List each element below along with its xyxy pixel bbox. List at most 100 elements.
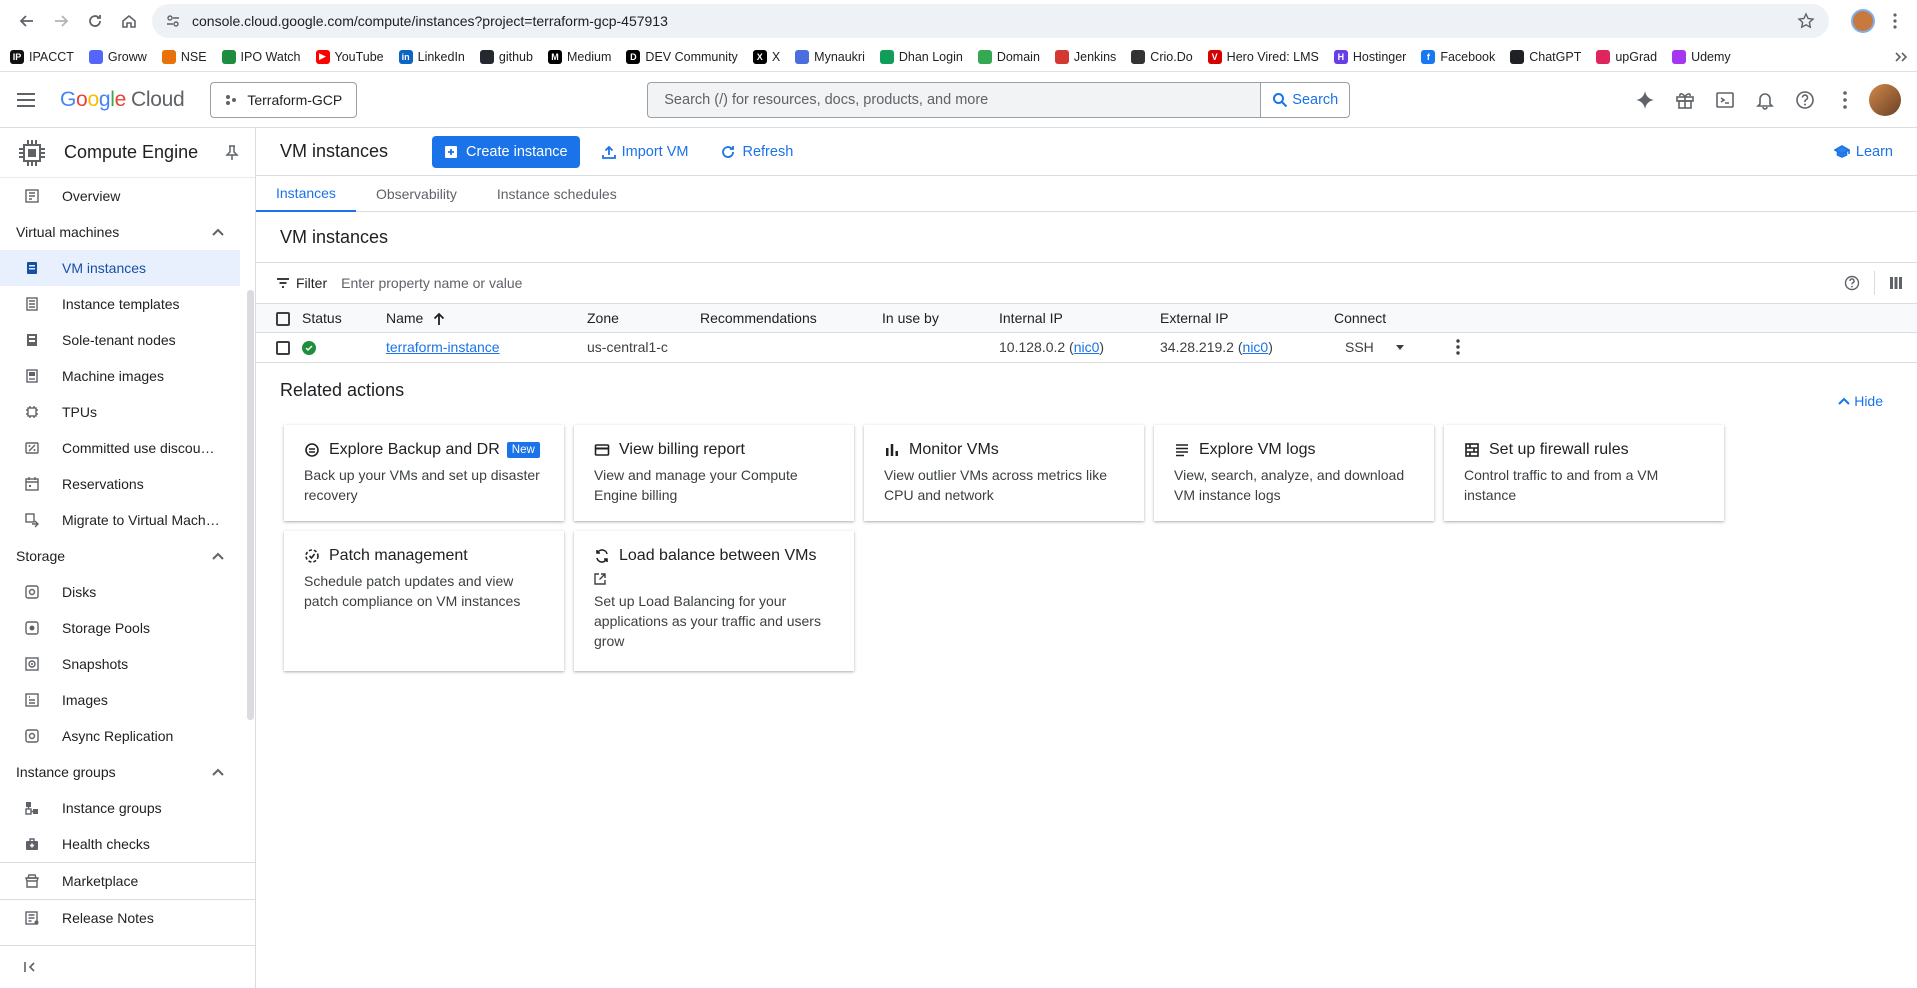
bookmark-item[interactable]: github bbox=[479, 49, 533, 64]
url-text[interactable]: console.cloud.google.com/compute/instanc… bbox=[192, 13, 1797, 29]
column-connect[interactable]: Connect bbox=[1334, 304, 1917, 333]
sidebar-item[interactable]: Overview bbox=[0, 178, 255, 214]
site-settings-icon[interactable] bbox=[166, 14, 180, 28]
user-avatar[interactable] bbox=[1869, 83, 1901, 116]
sidebar-item[interactable]: Reservations bbox=[0, 466, 255, 502]
import-vm-button[interactable]: Import VM bbox=[601, 144, 688, 160]
bookmark-item[interactable]: IP IPACCT bbox=[10, 49, 74, 64]
home-icon[interactable] bbox=[112, 4, 146, 38]
create-instance-button[interactable]: Create instance bbox=[432, 135, 580, 168]
filter-input[interactable]: Enter property name or value bbox=[341, 275, 522, 291]
google-cloud-logo[interactable]: Google Cloud bbox=[60, 88, 185, 112]
sidebar-section-header[interactable]: Instance groups bbox=[0, 754, 240, 790]
action-card[interactable]: View billing report View and manage your … bbox=[574, 424, 854, 521]
bookmark-item[interactable]: in LinkedIn bbox=[398, 49, 465, 64]
search-input[interactable]: Search (/) for resources, docs, products… bbox=[647, 81, 1261, 118]
address-bar[interactable]: console.cloud.google.com/compute/instanc… bbox=[152, 4, 1829, 38]
more-options-icon[interactable] bbox=[1825, 90, 1865, 109]
bookmark-item[interactable]: upGrad bbox=[1596, 49, 1657, 64]
bookmark-item[interactable]: NSE bbox=[161, 49, 207, 64]
sidebar-item[interactable]: VM instances bbox=[0, 250, 240, 286]
bookmark-item[interactable]: Udemy bbox=[1672, 49, 1731, 64]
hamburger-menu-icon[interactable] bbox=[16, 92, 40, 108]
browser-profile-avatar[interactable] bbox=[1851, 9, 1875, 33]
tab-instances[interactable]: Instances bbox=[256, 176, 356, 212]
sidebar-item[interactable]: Images bbox=[0, 682, 255, 718]
filter-help-icon[interactable] bbox=[1844, 275, 1860, 291]
ssh-button[interactable]: SSH bbox=[1345, 339, 1374, 355]
row-checkbox[interactable] bbox=[276, 341, 290, 356]
column-recommendations[interactable]: Recommendations bbox=[700, 304, 882, 333]
ssh-dropdown-icon[interactable] bbox=[1395, 344, 1404, 350]
sidebar-item[interactable]: Sole-tenant nodes bbox=[0, 322, 255, 358]
sidebar-item[interactable]: Instance templates bbox=[0, 286, 255, 322]
tab-instance-schedules[interactable]: Instance schedules bbox=[477, 176, 637, 212]
column-status[interactable]: Status bbox=[302, 304, 386, 333]
column-name[interactable]: Name bbox=[386, 304, 587, 333]
bookmark-item[interactable]: Jenkins bbox=[1054, 49, 1116, 64]
collapse-sidebar-button[interactable] bbox=[0, 945, 255, 988]
help-icon[interactable] bbox=[1785, 90, 1825, 110]
sidebar-item[interactable]: Storage Pools bbox=[0, 610, 255, 646]
sidebar-scrollbar[interactable] bbox=[247, 178, 255, 878]
sidebar-item[interactable]: Migrate to Virtual Mach… bbox=[0, 502, 255, 538]
sidebar-item[interactable]: Async Replication bbox=[0, 718, 255, 754]
bookmark-item[interactable]: ▶ YouTube bbox=[315, 49, 384, 64]
action-card[interactable]: Explore VM logs View, search, analyze, an… bbox=[1154, 424, 1434, 521]
action-card[interactable]: Patch management Schedule patch updates a… bbox=[284, 530, 564, 671]
sidebar-item[interactable]: Disks bbox=[0, 574, 255, 610]
column-internal-ip[interactable]: Internal IP bbox=[999, 304, 1160, 333]
action-card[interactable]: Monitor VMs View outlier VMs across metri… bbox=[864, 424, 1144, 521]
bookmark-item[interactable]: f Facebook bbox=[1421, 49, 1495, 64]
bookmark-item[interactable]: V Hero Vired: LMS bbox=[1207, 49, 1319, 64]
sidebar-scroll-thumb[interactable] bbox=[247, 290, 254, 720]
bookmark-item[interactable]: ChatGPT bbox=[1510, 49, 1581, 64]
sidebar-item[interactable]: Committed use discou… bbox=[0, 430, 255, 466]
sidebar-item[interactable]: Release Notes bbox=[0, 900, 255, 936]
internal-nic-link[interactable]: nic0 bbox=[1074, 339, 1100, 355]
cloud-shell-icon[interactable] bbox=[1705, 90, 1745, 110]
project-picker-button[interactable]: Terraform-GCP bbox=[210, 81, 358, 118]
sidebar-item[interactable]: Instance groups bbox=[0, 790, 255, 826]
learn-button[interactable]: Learn bbox=[1833, 144, 1893, 160]
column-external-ip[interactable]: External IP bbox=[1160, 304, 1334, 333]
bookmarks-overflow-icon[interactable] bbox=[1895, 51, 1907, 62]
bookmark-item[interactable]: Domain bbox=[977, 49, 1040, 64]
reload-icon[interactable] bbox=[78, 4, 112, 38]
sidebar-item[interactable]: Marketplace bbox=[0, 863, 255, 899]
refresh-button[interactable]: Refresh bbox=[720, 144, 793, 160]
action-card[interactable]: Explore Backup and DR New Back up your VMs… bbox=[284, 424, 564, 521]
bookmark-item[interactable]: Mynaukri bbox=[795, 49, 865, 64]
sidebar-item[interactable]: Health checks bbox=[0, 826, 255, 862]
external-nic-link[interactable]: nic0 bbox=[1243, 339, 1269, 355]
sidebar-item[interactable]: Snapshots bbox=[0, 646, 255, 682]
instance-name-link[interactable]: terraform-instance bbox=[386, 339, 500, 355]
tab-observability[interactable]: Observability bbox=[356, 176, 477, 212]
gemini-sparkle-icon[interactable] bbox=[1625, 90, 1665, 110]
action-card[interactable]: Load balance between VMs Set up Load Bala… bbox=[574, 530, 854, 671]
sidebar-section-header[interactable]: Virtual machines bbox=[0, 214, 240, 250]
bookmark-item[interactable]: XX bbox=[752, 49, 780, 64]
hide-related-button[interactable]: Hide bbox=[1838, 393, 1883, 409]
back-arrow-icon[interactable] bbox=[10, 4, 44, 38]
bookmark-star-icon[interactable] bbox=[1797, 12, 1815, 30]
forward-arrow-icon[interactable] bbox=[44, 4, 78, 38]
bookmark-item[interactable]: Dhan Login bbox=[879, 49, 963, 64]
action-card[interactable]: Set up firewall rules Control traffic to … bbox=[1444, 424, 1724, 521]
sidebar-section-header[interactable]: Storage bbox=[0, 538, 240, 574]
browser-menu-icon[interactable] bbox=[1883, 13, 1907, 29]
bookmark-item[interactable]: Crio.Do bbox=[1131, 49, 1193, 64]
search-button[interactable]: Search bbox=[1260, 81, 1351, 118]
sidebar-item[interactable]: TPUs bbox=[0, 394, 255, 430]
bookmark-item[interactable]: Groww bbox=[88, 49, 147, 64]
notifications-bell-icon[interactable] bbox=[1745, 90, 1785, 110]
bookmark-item[interactable]: IPO Watch bbox=[221, 49, 301, 64]
external-link-icon[interactable] bbox=[594, 572, 834, 585]
row-more-actions-icon[interactable] bbox=[1456, 339, 1460, 355]
pin-icon[interactable] bbox=[225, 144, 239, 161]
filter-button[interactable]: Filter bbox=[276, 275, 327, 291]
gift-icon[interactable] bbox=[1665, 90, 1705, 110]
column-in-use-by[interactable]: In use by bbox=[882, 304, 999, 333]
column-display-icon[interactable] bbox=[1889, 276, 1903, 290]
select-all-checkbox[interactable] bbox=[276, 311, 290, 326]
